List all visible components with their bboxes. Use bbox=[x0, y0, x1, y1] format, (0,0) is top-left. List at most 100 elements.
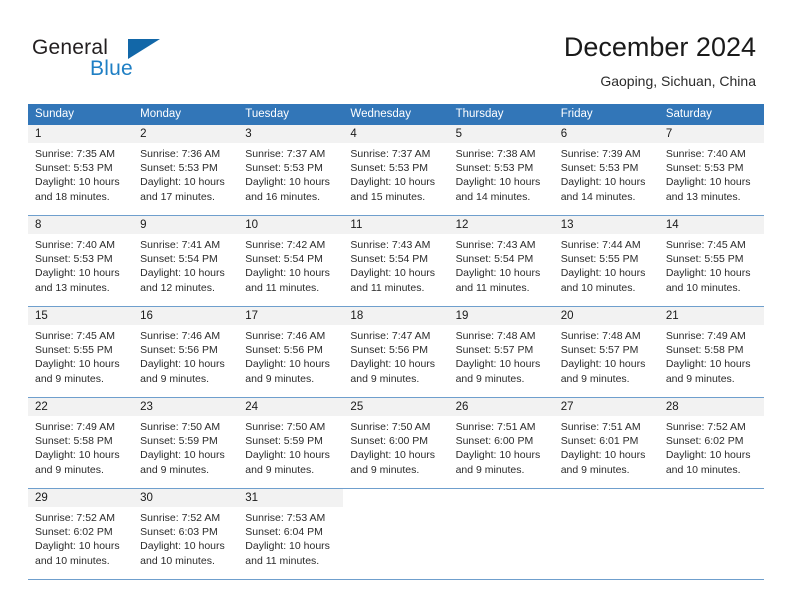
day-cell[interactable]: 13 Sunrise: 7:44 AM Sunset: 5:55 PM Dayl… bbox=[553, 215, 659, 307]
day-cell[interactable]: 11 Sunrise: 7:43 AM Sunset: 5:54 PM Dayl… bbox=[343, 215, 449, 307]
daylight-text-line2: and 12 minutes. bbox=[140, 281, 215, 294]
sunrise-text: Sunrise: 7:38 AM bbox=[455, 148, 536, 160]
daylight-text-line2: and 10 minutes. bbox=[35, 554, 110, 567]
sunrise-text: Sunrise: 7:46 AM bbox=[140, 330, 221, 342]
day-cell[interactable]: 22 Sunrise: 7:49 AM Sunset: 5:58 PM Dayl… bbox=[28, 397, 134, 489]
day-details: Sunrise: 7:48 AM Sunset: 5:57 PM Dayligh… bbox=[554, 325, 659, 386]
day-cell[interactable]: 16 Sunrise: 7:46 AM Sunset: 5:56 PM Dayl… bbox=[133, 306, 239, 398]
daylight-text-line2: and 11 minutes. bbox=[245, 281, 320, 294]
day-cell-empty bbox=[553, 488, 659, 580]
daylight-text-line2: and 13 minutes. bbox=[665, 190, 741, 203]
day-number: 20 bbox=[553, 307, 659, 325]
daylight-text-line1: Daylight: 10 hours bbox=[455, 176, 541, 189]
daylight-text-line1: Daylight: 10 hours bbox=[455, 267, 541, 280]
daylight-text-line1: Daylight: 10 hours bbox=[140, 176, 225, 189]
day-number: 12 bbox=[448, 216, 554, 234]
day-cell[interactable]: 28 Sunrise: 7:52 AM Sunset: 6:02 PM Dayl… bbox=[658, 397, 764, 489]
week-row: 29 Sunrise: 7:52 AM Sunset: 6:02 PM Dayl… bbox=[28, 488, 764, 580]
daylight-text-line2: and 9 minutes. bbox=[350, 463, 420, 476]
sunset-text: Sunset: 5:54 PM bbox=[245, 253, 323, 266]
daylight-text-line2: and 9 minutes. bbox=[245, 463, 315, 476]
day-cell[interactable]: 6 Sunrise: 7:39 AM Sunset: 5:53 PM Dayli… bbox=[553, 125, 659, 216]
sunset-text: Sunset: 5:53 PM bbox=[560, 162, 639, 175]
day-cell[interactable]: 9 Sunrise: 7:41 AM Sunset: 5:54 PM Dayli… bbox=[133, 215, 239, 307]
title-block: December 2024 Gaoping, Sichuan, China bbox=[564, 30, 756, 90]
calendar-header-row: Sunday Monday Tuesday Wednesday Thursday… bbox=[28, 104, 764, 125]
day-number: 28 bbox=[658, 398, 764, 416]
day-cell[interactable]: 8 Sunrise: 7:40 AM Sunset: 5:53 PM Dayli… bbox=[28, 215, 134, 307]
day-cell[interactable]: 20 Sunrise: 7:48 AM Sunset: 5:57 PM Dayl… bbox=[553, 306, 659, 398]
day-number bbox=[658, 489, 764, 507]
daylight-text-line1: Daylight: 10 hours bbox=[140, 540, 225, 553]
sunset-text: Sunset: 5:58 PM bbox=[665, 344, 744, 357]
daylight-text-line1: Daylight: 10 hours bbox=[665, 267, 751, 280]
day-cell[interactable]: 1 Sunrise: 7:35 AM Sunset: 5:53 PM Dayli… bbox=[28, 125, 134, 216]
day-cell[interactable]: 17 Sunrise: 7:46 AM Sunset: 5:56 PM Dayl… bbox=[238, 306, 344, 398]
sunset-text: Sunset: 5:53 PM bbox=[35, 253, 113, 266]
day-number: 2 bbox=[133, 125, 239, 143]
day-cell[interactable]: 31 Sunrise: 7:53 AM Sunset: 6:04 PM Dayl… bbox=[238, 488, 344, 580]
sunset-text: Sunset: 5:55 PM bbox=[560, 253, 639, 266]
general-blue-logo[interactable]: General Blue bbox=[32, 36, 252, 90]
daylight-text-line2: and 18 minutes. bbox=[35, 190, 110, 203]
day-cell[interactable]: 27 Sunrise: 7:51 AM Sunset: 6:01 PM Dayl… bbox=[553, 397, 659, 489]
day-cell[interactable]: 25 Sunrise: 7:50 AM Sunset: 6:00 PM Dayl… bbox=[343, 397, 449, 489]
calendar-table: Sunday Monday Tuesday Wednesday Thursday… bbox=[28, 104, 764, 580]
sunset-text: Sunset: 5:57 PM bbox=[560, 344, 639, 357]
day-cell[interactable]: 5 Sunrise: 7:38 AM Sunset: 5:53 PM Dayli… bbox=[448, 125, 554, 216]
day-cell[interactable]: 10 Sunrise: 7:42 AM Sunset: 5:54 PM Dayl… bbox=[238, 215, 344, 307]
sunset-text: Sunset: 5:59 PM bbox=[245, 435, 323, 448]
day-details: Sunrise: 7:41 AM Sunset: 5:54 PM Dayligh… bbox=[133, 234, 238, 295]
daylight-text-line2: and 13 minutes. bbox=[35, 281, 110, 294]
sunset-text: Sunset: 6:01 PM bbox=[560, 435, 639, 448]
day-number: 8 bbox=[28, 216, 134, 234]
day-cell[interactable]: 4 Sunrise: 7:37 AM Sunset: 5:53 PM Dayli… bbox=[343, 125, 449, 216]
sunrise-text: Sunrise: 7:45 AM bbox=[665, 239, 746, 251]
daylight-text-line2: and 11 minutes. bbox=[350, 281, 425, 294]
daylight-text-line1: Daylight: 10 hours bbox=[560, 449, 646, 462]
day-cell[interactable]: 24 Sunrise: 7:50 AM Sunset: 5:59 PM Dayl… bbox=[238, 397, 344, 489]
day-cell[interactable]: 19 Sunrise: 7:48 AM Sunset: 5:57 PM Dayl… bbox=[448, 306, 554, 398]
daylight-text-line2: and 9 minutes. bbox=[35, 372, 104, 385]
sunset-text: Sunset: 5:59 PM bbox=[140, 435, 218, 448]
sunrise-text: Sunrise: 7:37 AM bbox=[245, 148, 326, 160]
daylight-text-line2: and 10 minutes. bbox=[140, 554, 215, 567]
day-details: Sunrise: 7:52 AM Sunset: 6:03 PM Dayligh… bbox=[133, 507, 238, 568]
day-cell[interactable]: 23 Sunrise: 7:50 AM Sunset: 5:59 PM Dayl… bbox=[133, 397, 239, 489]
day-details: Sunrise: 7:52 AM Sunset: 6:02 PM Dayligh… bbox=[659, 416, 764, 477]
day-number: 17 bbox=[238, 307, 344, 325]
sunset-text: Sunset: 5:54 PM bbox=[350, 253, 429, 266]
day-details: Sunrise: 7:43 AM Sunset: 5:54 PM Dayligh… bbox=[343, 234, 448, 295]
day-details: Sunrise: 7:46 AM Sunset: 5:56 PM Dayligh… bbox=[238, 325, 343, 386]
sunset-text: Sunset: 5:53 PM bbox=[245, 162, 323, 175]
day-details: Sunrise: 7:52 AM Sunset: 6:02 PM Dayligh… bbox=[28, 507, 133, 568]
sunrise-text: Sunrise: 7:50 AM bbox=[140, 421, 221, 433]
sunset-text: Sunset: 5:58 PM bbox=[35, 435, 113, 448]
sunrise-text: Sunrise: 7:43 AM bbox=[350, 239, 431, 251]
sunrise-text: Sunrise: 7:52 AM bbox=[665, 421, 746, 433]
daylight-text-line2: and 14 minutes. bbox=[560, 190, 636, 203]
sunrise-text: Sunrise: 7:50 AM bbox=[245, 421, 326, 433]
day-cell[interactable]: 15 Sunrise: 7:45 AM Sunset: 5:55 PM Dayl… bbox=[28, 306, 134, 398]
day-details: Sunrise: 7:51 AM Sunset: 6:00 PM Dayligh… bbox=[449, 416, 554, 477]
sunset-text: Sunset: 6:02 PM bbox=[665, 435, 744, 448]
day-cell[interactable]: 7 Sunrise: 7:40 AM Sunset: 5:53 PM Dayli… bbox=[658, 125, 764, 216]
daylight-text-line2: and 14 minutes. bbox=[455, 190, 531, 203]
daylight-text-line1: Daylight: 10 hours bbox=[350, 358, 436, 371]
week-row: 15 Sunrise: 7:45 AM Sunset: 5:55 PM Dayl… bbox=[28, 306, 764, 398]
sunset-text: Sunset: 5:56 PM bbox=[350, 344, 429, 357]
day-cell[interactable]: 21 Sunrise: 7:49 AM Sunset: 5:58 PM Dayl… bbox=[658, 306, 764, 398]
day-cell[interactable]: 14 Sunrise: 7:45 AM Sunset: 5:55 PM Dayl… bbox=[658, 215, 764, 307]
day-cell[interactable]: 3 Sunrise: 7:37 AM Sunset: 5:53 PM Dayli… bbox=[238, 125, 344, 216]
daylight-text-line2: and 9 minutes. bbox=[140, 463, 210, 476]
page-subtitle: Gaoping, Sichuan, China bbox=[600, 73, 756, 89]
daylight-text-line2: and 10 minutes. bbox=[560, 281, 636, 294]
day-cell[interactable]: 29 Sunrise: 7:52 AM Sunset: 6:02 PM Dayl… bbox=[28, 488, 134, 580]
daylight-text-line2: and 10 minutes. bbox=[665, 281, 741, 294]
day-cell[interactable]: 18 Sunrise: 7:47 AM Sunset: 5:56 PM Dayl… bbox=[343, 306, 449, 398]
day-cell[interactable]: 30 Sunrise: 7:52 AM Sunset: 6:03 PM Dayl… bbox=[133, 488, 239, 580]
day-cell[interactable]: 2 Sunrise: 7:36 AM Sunset: 5:53 PM Dayli… bbox=[133, 125, 239, 216]
day-cell[interactable]: 12 Sunrise: 7:43 AM Sunset: 5:54 PM Dayl… bbox=[448, 215, 554, 307]
sunrise-text: Sunrise: 7:47 AM bbox=[350, 330, 431, 342]
day-cell[interactable]: 26 Sunrise: 7:51 AM Sunset: 6:00 PM Dayl… bbox=[448, 397, 554, 489]
